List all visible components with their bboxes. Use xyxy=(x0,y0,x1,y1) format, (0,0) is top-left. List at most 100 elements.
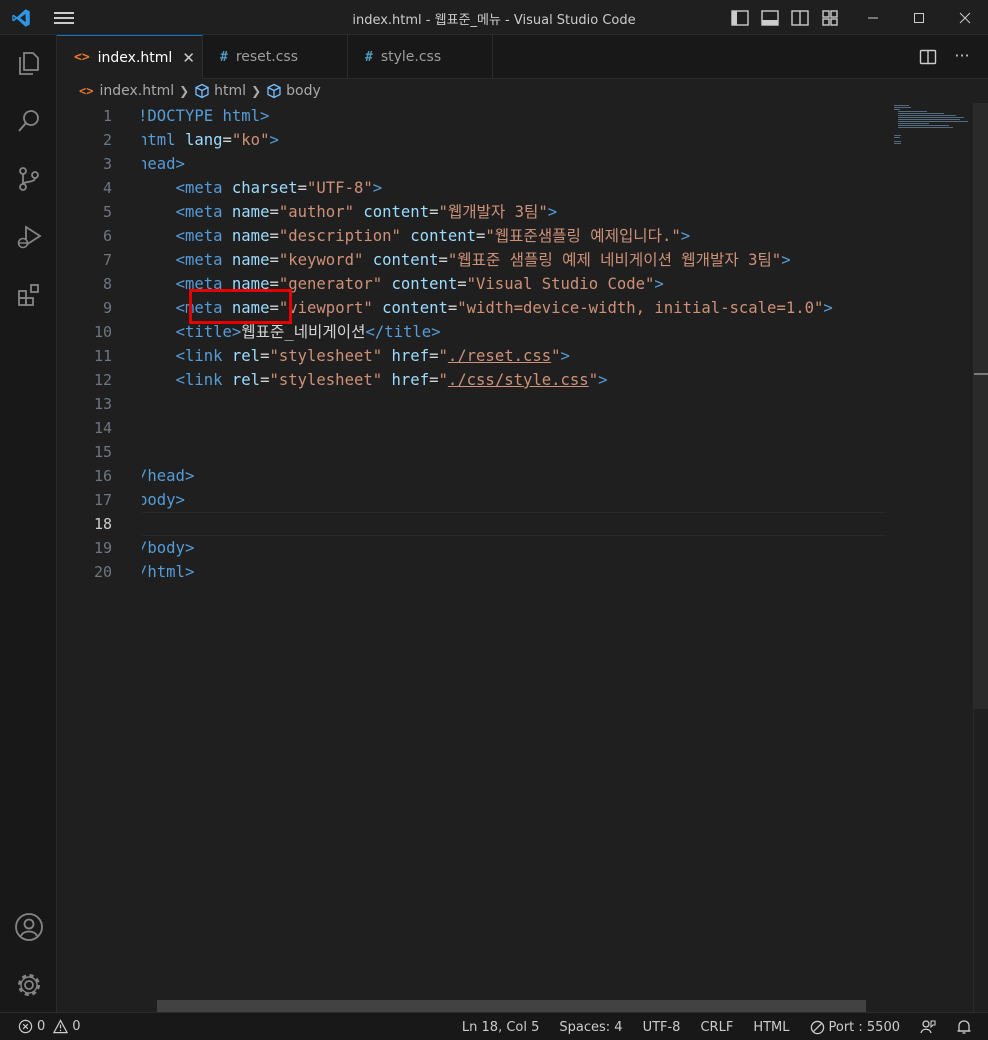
code-token: > xyxy=(823,299,833,317)
code-line[interactable]: html lang="ko"> xyxy=(142,128,279,152)
code-line[interactable]: <link rel="stylesheet" href="./reset.css… xyxy=(142,344,570,368)
vertical-scrollbar-thumb[interactable] xyxy=(974,103,988,709)
code-token: " xyxy=(438,347,448,365)
code-line[interactable]: !DOCTYPE html> xyxy=(142,104,269,128)
code-line[interactable]: <title>웹표준_네비게이션</title> xyxy=(142,320,441,344)
code-token: <meta xyxy=(175,275,232,293)
code-token: content xyxy=(391,275,458,293)
line-number: 4 xyxy=(102,179,112,197)
code-token: "Visual Studio Code" xyxy=(466,275,655,293)
activity-bar xyxy=(0,35,57,1012)
code-line[interactable]: /head> xyxy=(142,464,194,488)
css-file-icon: # xyxy=(365,49,373,65)
customize-layout-icon[interactable] xyxy=(820,8,840,28)
breadcrumb-file[interactable]: <> index.html xyxy=(79,83,174,99)
code-token: content xyxy=(363,203,430,221)
minimap-line xyxy=(894,141,901,142)
code-token: "웹개발자 3팀" xyxy=(438,203,548,221)
horizontal-scrollbar-thumb[interactable] xyxy=(157,1000,866,1012)
line-number: 15 xyxy=(93,443,112,461)
search-icon xyxy=(17,110,39,132)
code-token: "author" xyxy=(278,203,364,221)
code-token: href xyxy=(391,371,430,389)
code-token: "ko" xyxy=(231,131,270,149)
search-button[interactable] xyxy=(0,97,57,145)
code-token: href xyxy=(391,347,430,365)
notifications-button[interactable] xyxy=(956,1019,972,1035)
line-number: 1 xyxy=(102,107,112,125)
code-line[interactable]: /html> xyxy=(142,560,194,584)
tab-style-css[interactable]: # style.css xyxy=(348,35,493,79)
more-actions-icon[interactable]: ··· xyxy=(952,47,972,67)
accounts-button[interactable] xyxy=(0,903,57,951)
tab-reset-css[interactable]: # reset.css xyxy=(203,35,348,79)
line-number: 12 xyxy=(93,371,112,389)
live-server-port[interactable]: Port : 5500 xyxy=(810,1020,900,1035)
code-area[interactable]: !DOCTYPE html> html lang="ko"> head> <meta… xyxy=(142,103,886,1012)
code-token: ./reset.css xyxy=(447,347,552,365)
breadcrumb-html[interactable]: html xyxy=(194,83,246,99)
code-token: content xyxy=(410,227,477,245)
code-token: charset xyxy=(231,179,298,197)
code-token: <link xyxy=(175,371,232,389)
minimap-line xyxy=(894,105,910,106)
encoding[interactable]: UTF-8 xyxy=(643,1020,681,1035)
error-icon xyxy=(18,1019,33,1034)
code-token: "keyword" xyxy=(278,251,373,269)
code-token: = xyxy=(457,275,467,293)
toggle-primary-sidebar-icon[interactable] xyxy=(730,8,750,28)
line-number: 3 xyxy=(102,155,112,173)
symbol-element-icon xyxy=(195,83,209,99)
extensions-button[interactable] xyxy=(0,271,57,319)
code-line[interactable]: <meta name="author" content="웹개발자 3팀"> xyxy=(142,200,558,224)
toggle-panel-icon[interactable] xyxy=(760,8,780,28)
code-token: "UTF-8" xyxy=(307,179,373,197)
minimize-button[interactable] xyxy=(850,0,896,35)
run-debug-button[interactable] xyxy=(0,213,57,261)
end-of-line[interactable]: CRLF xyxy=(700,1020,733,1035)
code-line[interactable]: <meta name="generator" content="Visual S… xyxy=(142,272,664,296)
tab-index-html[interactable]: <> index.html ✕ xyxy=(57,35,203,79)
line-number: 6 xyxy=(102,227,112,245)
code-line[interactable]: <meta name="keyword" content="웹표준 샘플링 예제… xyxy=(142,248,791,272)
toggle-secondary-sidebar-icon[interactable] xyxy=(790,8,810,28)
code-token: /head> xyxy=(142,467,195,485)
code-line[interactable]: <meta charset="UTF-8"> xyxy=(142,176,383,200)
code-token: <link xyxy=(175,347,232,365)
code-token: = xyxy=(447,299,458,317)
maximize-button[interactable] xyxy=(896,0,942,35)
code-line[interactable]: /body> xyxy=(142,536,194,560)
line-number: 11 xyxy=(93,347,112,365)
chevron-right-icon: ❯ xyxy=(179,84,190,98)
account-icon xyxy=(14,913,43,941)
close-tab-icon[interactable]: ✕ xyxy=(182,49,195,67)
minimize-icon xyxy=(868,17,878,18)
minimap-line xyxy=(898,119,960,120)
problems-indicator[interactable]: 0 0 xyxy=(18,1019,81,1034)
minimap[interactable] xyxy=(886,103,973,1012)
cursor-position[interactable]: Ln 18, Col 5 xyxy=(462,1020,539,1035)
code-token: rel xyxy=(231,371,261,389)
menu-icon[interactable] xyxy=(54,9,76,27)
language-mode[interactable]: HTML xyxy=(753,1020,789,1035)
code-line[interactable]: <link rel="stylesheet" href="./css/style… xyxy=(142,368,608,392)
vertical-scrollbar[interactable] xyxy=(973,103,988,1012)
minimap-line xyxy=(894,135,901,136)
accounts-status[interactable] xyxy=(920,1019,936,1035)
manage-button[interactable] xyxy=(0,961,57,1009)
breadcrumb-body[interactable]: body xyxy=(266,83,321,99)
code-line[interactable]: <meta name="viewport" content="width=dev… xyxy=(142,296,833,320)
code-token: > xyxy=(547,203,558,221)
code-line[interactable]: body> xyxy=(142,488,185,512)
minimap-line xyxy=(898,111,927,112)
close-window-button[interactable] xyxy=(942,0,988,35)
source-control-button[interactable] xyxy=(0,155,57,203)
explorer-button[interactable] xyxy=(0,39,57,87)
code-line[interactable]: <meta name="description" content="웹표준샘플링… xyxy=(142,224,691,248)
code-line[interactable]: head> xyxy=(142,152,185,176)
code-token: "stylesheet" xyxy=(269,347,392,365)
indentation[interactable]: Spaces: 4 xyxy=(559,1020,622,1035)
split-editor-icon[interactable] xyxy=(918,47,938,67)
code-editor[interactable]: 1 2 3 4 5 6 7 8 9 10 11 12 13 14 15 16 17 18 19 20 !DOCTYPE… xyxy=(57,103,988,1012)
